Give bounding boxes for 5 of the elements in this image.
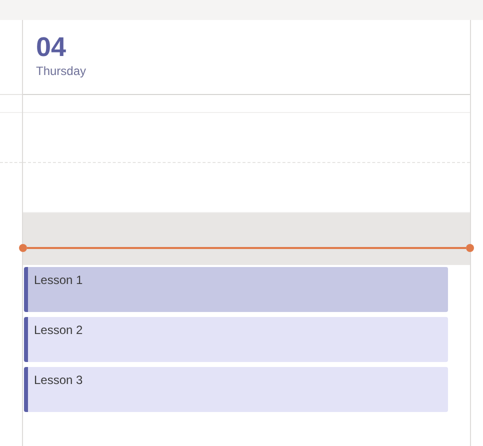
- lesson-event[interactable]: Lesson 3: [24, 367, 448, 412]
- weekday-label: Thursday: [36, 63, 86, 79]
- lesson-event[interactable]: Lesson 1: [24, 267, 448, 312]
- lesson-event[interactable]: Lesson 2: [24, 317, 448, 362]
- day-number: 04: [36, 31, 66, 63]
